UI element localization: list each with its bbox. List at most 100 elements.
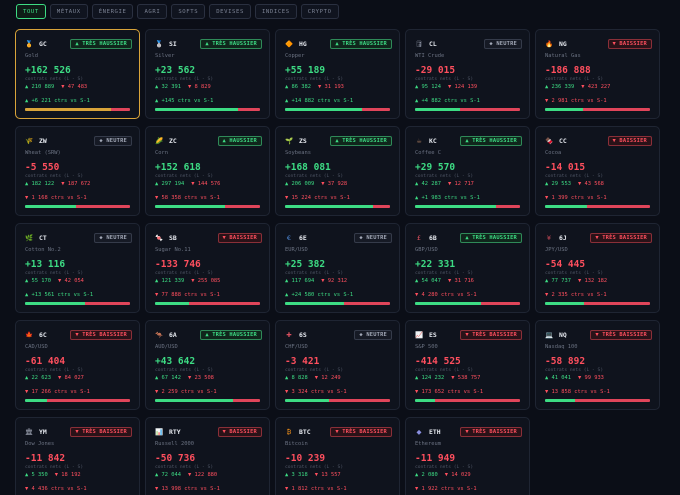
long-share-fill: [155, 399, 233, 402]
instrument-code: 6C: [39, 331, 47, 339]
short-share-fill: [111, 108, 130, 111]
tab-métaux[interactable]: MÉTAUX: [49, 4, 88, 19]
instrument-code: ETH: [429, 428, 441, 436]
sentiment-badge: ▲ HAUSSIER: [217, 136, 262, 146]
instrument-card-btc[interactable]: ₿ BTC ▼ TRÈS BAISSIER Bitcoin -10 239 contrat…: [275, 417, 400, 495]
long-share-fill: [545, 108, 583, 111]
instrument-card-ct[interactable]: 🌿 CT ◆ NEUTRE Cotton No.2 +13 116 contrats ne…: [15, 223, 140, 313]
swiss-cross-icon: ✚: [286, 331, 292, 339]
net-contracts: -61 404: [25, 356, 66, 367]
tab-agri[interactable]: AGRI: [137, 4, 168, 19]
long-short-values: ▲ 42 287 ▼ 12 717: [415, 181, 474, 187]
long-short-ratio-bar: [415, 302, 520, 305]
instrument-card-rty[interactable]: 📊 RTY ▼ BAISSIER Russell 2000 -50 736 contrat…: [145, 417, 270, 495]
instrument-card-zc[interactable]: 🌽 ZC ▲ HAUSSIER Corn +152 618 contrats nets (…: [145, 126, 270, 216]
short-contracts: ▼ 538 757: [451, 375, 481, 381]
weekly-change: ▼ 3 324 ctrs vs S-1: [285, 389, 347, 395]
instrument-card-ym[interactable]: 🏛 YM ▼ TRÈS BAISSIER Dow Jones -11 842 contra…: [15, 417, 140, 495]
long-contracts: ▲ 22 623: [25, 375, 51, 381]
card-header: 🛢 CL ◆ NEUTRE: [415, 39, 522, 49]
instrument-code: ZW: [39, 137, 47, 145]
weekly-change: ▼ 1 399 ctrs vs S-1: [545, 195, 607, 201]
instrument-card-zw[interactable]: 🌾 ZW ◆ NEUTRE Wheat (SRW) -5 550 contrats net…: [15, 126, 140, 216]
long-share-fill: [155, 205, 226, 208]
long-short-ratio-bar: [25, 205, 130, 208]
instrument-code: CC: [559, 137, 567, 145]
long-short-ratio-bar: [285, 302, 390, 305]
long-short-values: ▲ 210 889 ▼ 47 483: [25, 84, 87, 90]
instrument-card-6a[interactable]: 🦘 6A ▲ TRÈS HAUSSIER AUD/USD +43 642 contrats…: [145, 320, 270, 410]
sentiment-badge: ◆ NEUTRE: [94, 136, 132, 146]
tab-tout[interactable]: TOUT: [16, 4, 46, 19]
instrument-card-eth[interactable]: ◆ ETH ▼ TRÈS BAISSIER Ethereum -11 949 contra…: [405, 417, 530, 495]
instrument-card-nq[interactable]: 💻 NQ ▼ TRÈS BAISSIER Nasdaq 100 -58 892 contr…: [535, 320, 660, 410]
short-contracts: ▼ 47 483: [61, 84, 88, 90]
net-contracts-label: contrats nets (L - S): [285, 465, 344, 470]
card-header: 🍫 CC ▼ BAISSIER: [545, 136, 652, 146]
net-contracts: -11 949: [415, 453, 456, 464]
instrument-card-hg[interactable]: 🔶 HG ▲ TRÈS HAUSSIER Copper +55 189 contrats …: [275, 29, 400, 119]
instrument-card-gc[interactable]: 🏅 GC ▲ TRÈS HAUSSIER Gold +162 526 contrats n…: [15, 29, 140, 119]
tab-énergie[interactable]: ÉNERGIE: [91, 4, 134, 19]
card-header: ¥6J ▼ TRÈS BAISSIER: [545, 233, 652, 243]
short-share-fill: [583, 302, 650, 305]
instrument-card-cl[interactable]: 🛢 CL ◆ NEUTRE WTI Crude -29 015 contrats nets…: [405, 29, 530, 119]
instrument-name: WTI Crude: [415, 53, 445, 59]
net-contracts: -414 525: [415, 356, 461, 367]
short-contracts: ▼ 255 085: [191, 278, 221, 284]
instrument-name: EUR/USD: [285, 247, 308, 253]
tab-softs[interactable]: SOFTS: [171, 4, 206, 19]
bitcoin-icon: ₿: [286, 428, 292, 436]
net-contracts-label: contrats nets (L - S): [25, 77, 84, 82]
sentiment-badge: ◆ NEUTRE: [484, 39, 522, 49]
long-contracts: ▲ 2 080: [415, 472, 438, 478]
tab-indices[interactable]: INDICES: [254, 4, 297, 19]
instrument-code: 6B: [429, 234, 437, 242]
instrument-name: Copper: [285, 53, 305, 59]
long-contracts: ▲ 95 124: [415, 84, 441, 90]
instrument-card-es[interactable]: 📈 ES ▼ TRÈS BAISSIER S&P 500 -414 525 contrat…: [405, 320, 530, 410]
card-header: 🍬 SB ▼ BAISSIER: [155, 233, 262, 243]
long-contracts: ▲ 77 737: [545, 278, 571, 284]
instrument-card-6j[interactable]: ¥6J ▼ TRÈS BAISSIER JPY/USD -54 445 contrats…: [535, 223, 660, 313]
instrument-card-6c[interactable]: 🍁 6C ▼ TRÈS BAISSIER CAD/USD -61 404 contrats…: [15, 320, 140, 410]
net-contracts-label: contrats nets (L - S): [415, 174, 474, 179]
instrument-card-sb[interactable]: 🍬 SB ▼ BAISSIER Sugar No.11 -133 746 contrats…: [145, 223, 270, 313]
long-short-ratio-bar: [285, 399, 390, 402]
instrument-name: Natural Gas: [545, 53, 581, 59]
cocoa-icon: 🍫: [545, 137, 554, 145]
weekly-change: ▼ 1 812 ctrs vs S-1: [285, 486, 347, 492]
long-contracts: ▲ 72 044: [155, 472, 181, 478]
instrument-card-kc[interactable]: ☕ KC ▲ TRÈS HAUSSIER Coffee C +29 570 contrat…: [405, 126, 530, 216]
instrument-card-si[interactable]: 🥈 SI ▲ TRÈS HAUSSIER Silver +23 562 contrats …: [145, 29, 270, 119]
net-contracts: -11 842: [25, 453, 66, 464]
long-contracts: ▲ 42 287: [415, 181, 441, 187]
instrument-name: Dow Jones: [25, 441, 55, 447]
card-header: 🔥 NG ▼ BAISSIER: [545, 39, 652, 49]
tab-devises[interactable]: DEVISES: [209, 4, 251, 19]
net-contracts-label: contrats nets (L - S): [285, 77, 344, 82]
net-contracts-label: contrats nets (L - S): [545, 271, 604, 276]
instrument-card-6e[interactable]: €6E ◆ NEUTRE EUR/USD +25 382 contrats nets (…: [275, 223, 400, 313]
instrument-code: KC: [429, 137, 437, 145]
long-short-ratio-bar: [155, 302, 260, 305]
instrument-card-6s[interactable]: ✚ 6S ◆ NEUTRE CHF/USD -3 421 contrats nets (L…: [275, 320, 400, 410]
long-contracts: ▲ 86 382: [285, 84, 311, 90]
corn-icon: 🌽: [155, 137, 164, 145]
weekly-change: ▼ 13 998 ctrs vs S-1: [155, 486, 220, 492]
long-short-ratio-bar: [545, 108, 650, 111]
instrument-card-6b[interactable]: £6B ▲ TRÈS HAUSSIER GBP/USD +22 331 contrats…: [405, 223, 530, 313]
long-short-ratio-bar: [155, 205, 260, 208]
net-contracts: -50 736: [155, 453, 196, 464]
instrument-card-ng[interactable]: 🔥 NG ▼ BAISSIER Natural Gas -186 888 contrats…: [535, 29, 660, 119]
ethereum-icon: ◆: [416, 428, 422, 436]
net-contracts-label: contrats nets (L - S): [285, 174, 344, 179]
weekly-change: ▲ +14 882 ctrs vs S-1: [285, 98, 354, 104]
short-share-fill: [361, 108, 390, 111]
instrument-card-cc[interactable]: 🍫 CC ▼ BAISSIER Cocoa -14 015 contrats nets (…: [535, 126, 660, 216]
sentiment-badge: ▼ TRÈS BAISSIER: [460, 330, 522, 340]
tab-crypto[interactable]: CRYPTO: [300, 4, 339, 19]
instrument-code: ZS: [299, 137, 307, 145]
silver-medal-icon: 🥈: [155, 40, 164, 48]
instrument-card-zs[interactable]: 🌱 ZS ▲ TRÈS HAUSSIER Soybeans +168 081 contra…: [275, 126, 400, 216]
